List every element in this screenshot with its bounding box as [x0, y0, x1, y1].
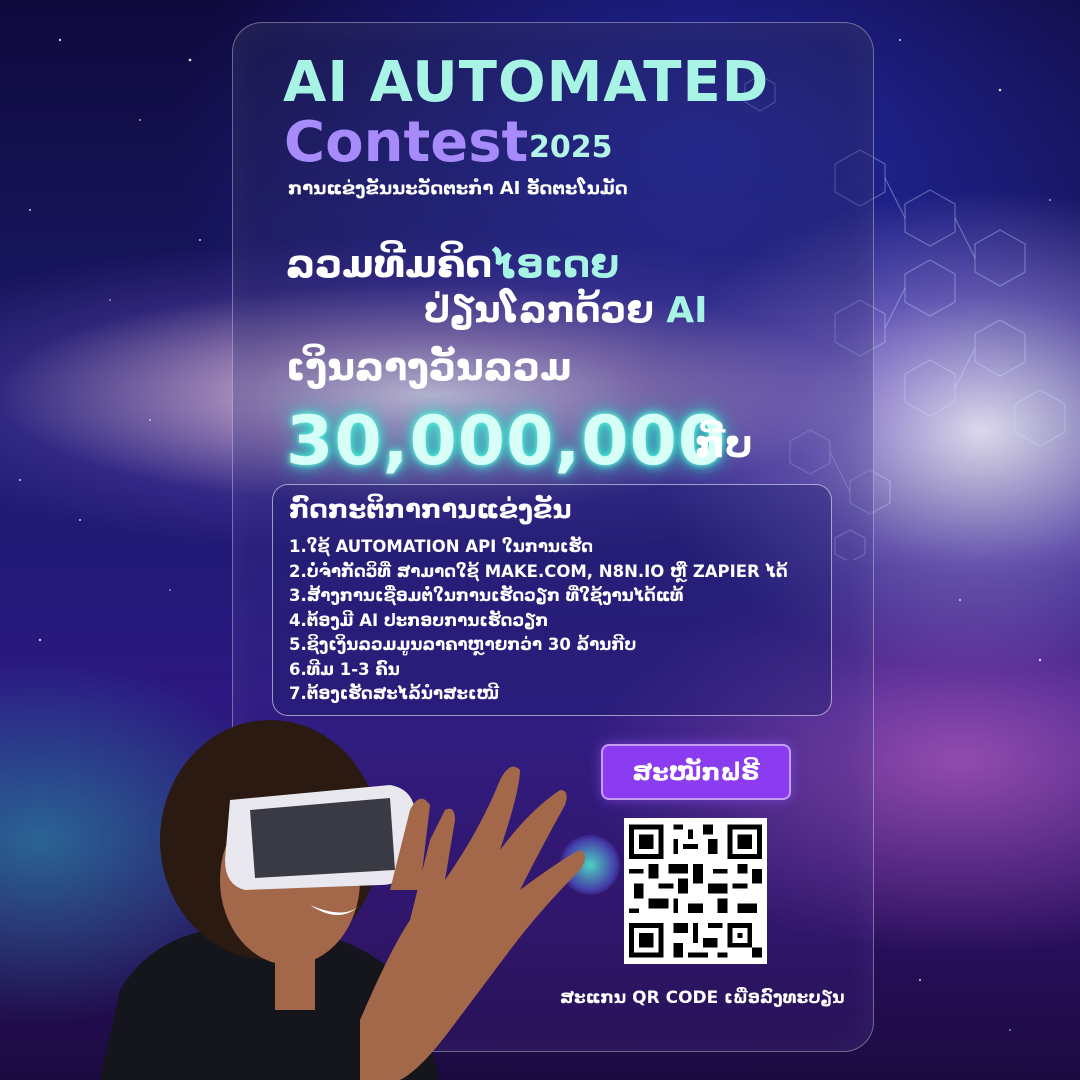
headline-line2-text: ປ່ຽນໂລກດ້ວຍ	[424, 290, 667, 331]
vr-person-illustration	[100, 720, 585, 1080]
prize-currency: ກີບ	[695, 422, 753, 466]
headline-line2: ປ່ຽນໂລກດ້ວຍ AI	[424, 290, 708, 331]
rules-box: ກົດກະຕິກາການແຂ່ງຂັນ 1.ໃຊ້ AUTOMATION API…	[272, 484, 832, 716]
title-year: 2025	[529, 130, 613, 165]
headline-line1-accent: ໄອເດຍ	[492, 242, 620, 286]
headline-line1: ລວມທີມຄິດໄອເດຍ	[286, 242, 619, 286]
headline-line1-text: ລວມທີມຄິດ	[286, 242, 493, 286]
rule-item: 4.ຕ້ອງມີ AI ປະກອບການເຮັດວຽກ	[289, 610, 549, 630]
subtitle: ການແຂ່ງຂັນນະວັດຕະກຳ AI ອັດຕະໂນມັດ	[288, 178, 628, 199]
rules-list: 1.ໃຊ້ AUTOMATION API ໃນການເຮັດ 2.ບໍ່ຈຳກັ…	[289, 535, 788, 707]
prize-amount: 30,000,000	[286, 402, 727, 481]
title-line1: AI AUTOMATED	[283, 50, 770, 115]
rules-title: ກົດກະຕິກາການແຂ່ງຂັນ	[289, 495, 572, 525]
rule-item: 6.ທີມ 1-3 ຄົນ	[289, 659, 400, 679]
rule-item: 3.ສ້າງການເຊື່ອມຕໍ່ໃນການເຮັດວຽກ ທີ່ໃຊ້ງານ…	[289, 586, 684, 605]
qr-code[interactable]	[624, 818, 767, 964]
rule-item: 1.ໃຊ້ AUTOMATION API ໃນການເຮັດ	[289, 537, 594, 556]
title-line2: Contest	[284, 110, 529, 175]
rule-item: 5.ຊິງເງິນລວມມູນລາຄາຫຼາຍກວ່າ 30 ລ້ານກີບ	[289, 635, 637, 654]
rule-item: 2.ບໍ່ຈຳກັດວິທີ່ ສາມາດໃຊ້ MAKE.COM, N8N.I…	[289, 561, 788, 581]
signup-button[interactable]: ສະໝັກຟຣີ	[601, 744, 791, 800]
headline-line2-accent: AI	[666, 290, 708, 331]
prize-heading: ເງິນລາງວັນລວມ	[286, 345, 572, 389]
